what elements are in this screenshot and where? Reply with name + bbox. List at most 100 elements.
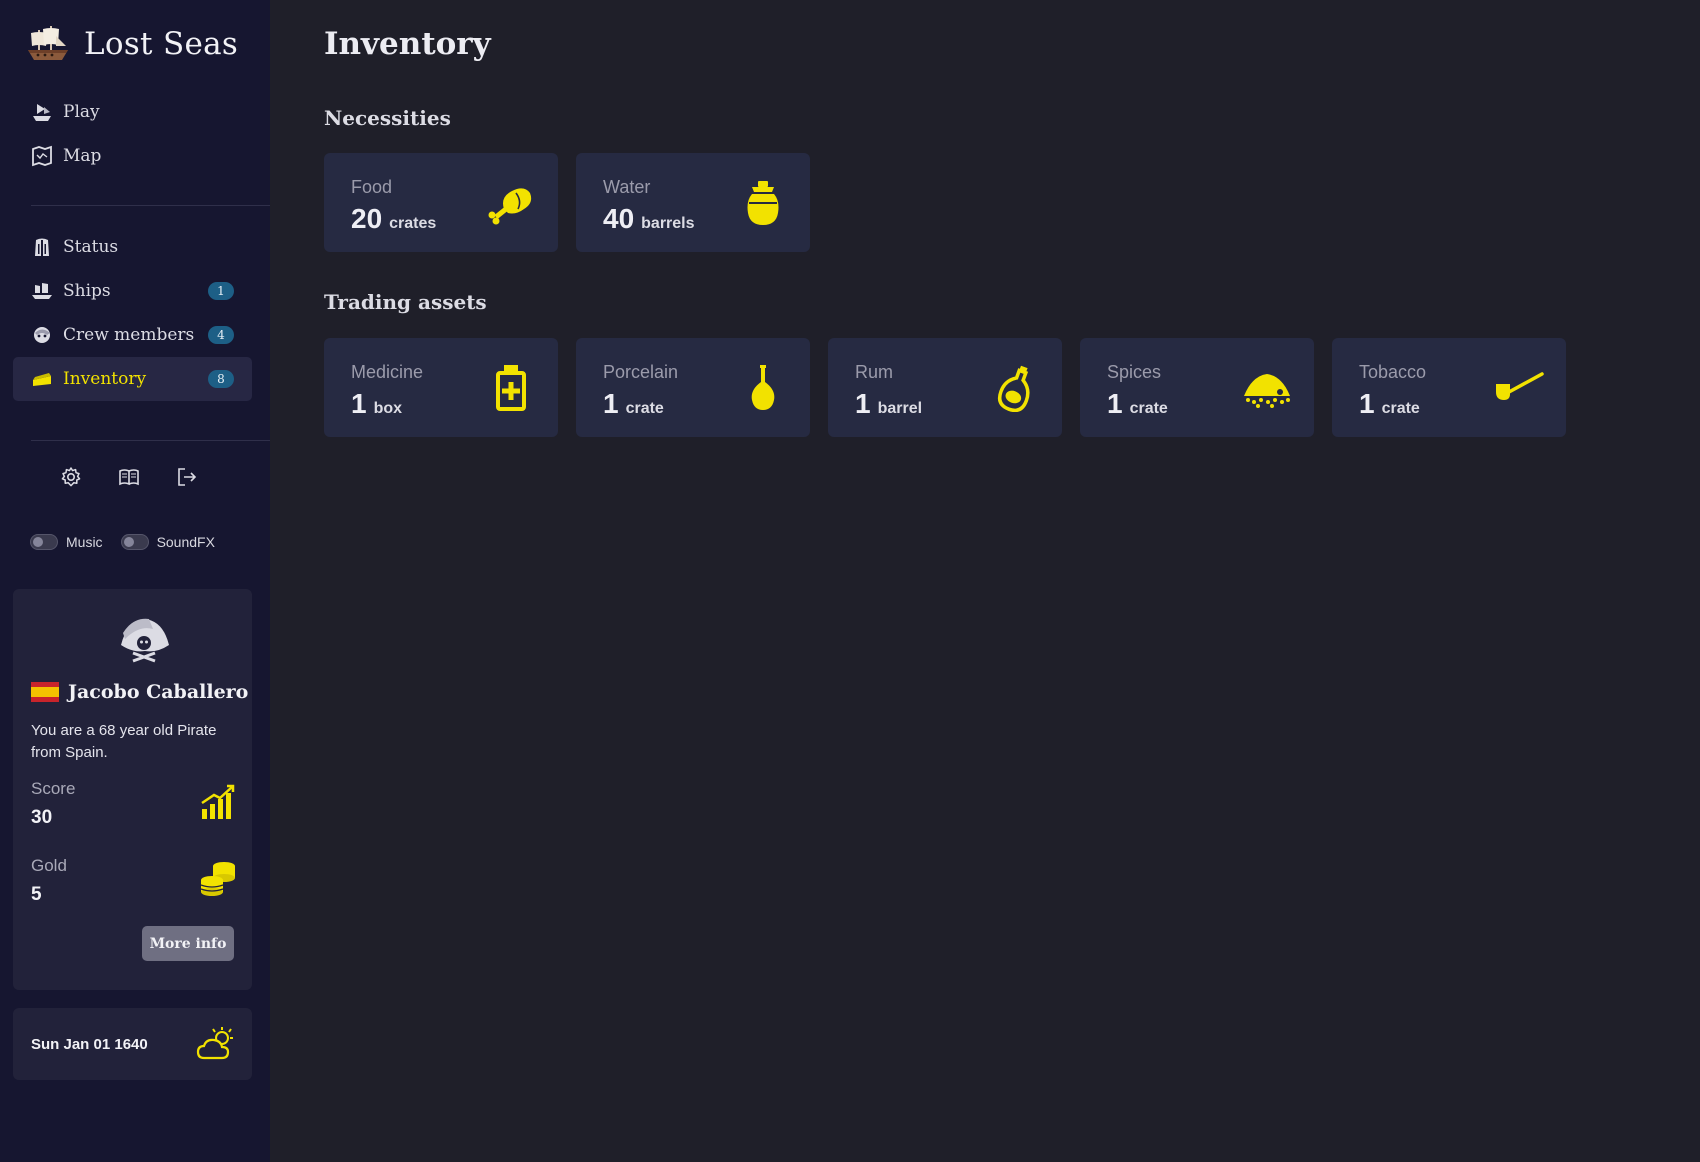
player-description: You are a 68 year old Pirate from Spain. — [31, 722, 217, 761]
item-label: Tobacco — [1359, 362, 1427, 382]
spain-flag-icon — [31, 682, 59, 702]
section-title-trading-assets: Trading assets — [324, 290, 487, 314]
gold-stat: Gold 5 — [31, 856, 236, 906]
nav-divider — [31, 205, 270, 206]
section-title-necessities: Necessities — [324, 106, 451, 130]
inventory-card-porcelain: Porcelain 1 crate — [576, 338, 810, 437]
more-info-button[interactable]: More info — [142, 926, 234, 961]
medicine-icon — [496, 365, 526, 411]
item-quantity: 40 barrels — [603, 203, 695, 235]
page-title: Inventory — [324, 26, 491, 62]
item-quantity: 1 barrel — [855, 388, 922, 420]
nav-item-status[interactable]: Status — [13, 225, 252, 269]
ship-logo-icon — [28, 26, 68, 60]
partly-cloudy-icon — [196, 1027, 233, 1060]
date-card: Sun Jan 01 1640 — [13, 1008, 252, 1080]
item-value: 40 — [603, 203, 635, 234]
item-label: Spices — [1107, 362, 1162, 382]
item-unit: crate — [625, 400, 664, 417]
pipe-icon — [1496, 372, 1544, 400]
inventory-count-badge: 8 — [208, 370, 234, 388]
book-icon[interactable] — [118, 466, 140, 488]
soundfx-label: SoundFX — [156, 534, 215, 550]
nav-label: Ships — [63, 281, 111, 301]
nav-label: Map — [63, 146, 102, 166]
item-value: 1 — [855, 388, 871, 419]
skull-crossbones-icon — [121, 618, 169, 663]
item-value: 20 — [351, 203, 383, 234]
item-unit: barrels — [641, 215, 695, 232]
nav-label: Play — [63, 102, 100, 122]
ships-count-badge: 1 — [208, 282, 234, 300]
nav-item-map[interactable]: Map — [13, 134, 252, 178]
profile-card: Jacobo Caballero You are a 68 year old P… — [13, 589, 252, 990]
player-row: Jacobo Caballero — [31, 681, 248, 703]
score-stat: Score 30 — [31, 779, 236, 829]
spice-pile-icon — [1244, 374, 1290, 408]
inventory-card-rum: Rum 1 barrel — [828, 338, 1062, 437]
item-value: 1 — [603, 388, 619, 419]
logout-icon[interactable] — [176, 466, 198, 488]
nav-item-ships[interactable]: Ships 1 — [13, 269, 252, 313]
item-unit: crate — [1129, 400, 1168, 417]
nav-primary: Play Map — [13, 90, 252, 178]
inventory-icon — [31, 368, 53, 390]
nav-divider — [31, 440, 270, 441]
soundfx-toggle[interactable]: SoundFX — [120, 534, 215, 550]
nav-item-crew-members[interactable]: Crew members 4 — [13, 313, 252, 357]
crew-count-badge: 4 — [208, 326, 234, 344]
item-value: 1 — [351, 388, 367, 419]
item-quantity: 1 crate — [603, 388, 664, 420]
nav-label: Status — [63, 237, 119, 257]
item-value: 1 — [1359, 388, 1375, 419]
item-label: Porcelain — [603, 362, 679, 382]
utility-icons — [60, 466, 198, 488]
play-ship-icon — [31, 101, 53, 123]
item-quantity: 1 crate — [1107, 388, 1168, 420]
nav-label: Crew members — [63, 325, 195, 345]
item-label: Food — [351, 177, 393, 197]
item-quantity: 20 crates — [351, 203, 436, 235]
item-label: Water — [603, 177, 651, 197]
brand[interactable]: Lost Seas — [26, 24, 238, 64]
trading-assets-cards: Medicine 1 box Porcelain 1 crate Rum 1 b… — [324, 338, 1566, 437]
nav-item-inventory[interactable]: Inventory 8 — [13, 357, 252, 401]
inventory-card-tobacco: Tobacco 1 crate — [1332, 338, 1566, 437]
rum-bottle-icon — [997, 365, 1030, 412]
inventory-card-water: Water 40 barrels — [576, 153, 810, 252]
game-date: Sun Jan 01 1640 — [31, 1035, 148, 1053]
music-switch[interactable] — [30, 534, 58, 550]
audio-toggles: Music SoundFX — [30, 534, 215, 550]
water-jug-icon — [747, 181, 779, 225]
player-name: Jacobo Caballero — [68, 681, 249, 703]
item-unit: crate — [1381, 400, 1420, 417]
status-icon — [31, 236, 53, 258]
music-label: Music — [66, 534, 103, 550]
gear-icon[interactable] — [60, 466, 82, 488]
ships-icon — [31, 280, 53, 302]
coins-icon — [200, 862, 235, 896]
item-unit: crates — [389, 215, 437, 232]
item-value: 1 — [1107, 388, 1123, 419]
nav-label: Inventory — [63, 369, 147, 389]
nav-item-play[interactable]: Play — [13, 90, 252, 134]
crew-icon — [31, 324, 53, 346]
necessities-cards: Food 20 crates Water 40 barrels — [324, 153, 810, 252]
item-quantity: 1 crate — [1359, 388, 1420, 420]
nav-secondary: Status Ships 1 Crew members 4 Inventory … — [13, 225, 252, 401]
meat-icon — [488, 188, 532, 225]
inventory-card-spices: Spices 1 crate — [1080, 338, 1314, 437]
inventory-card-food: Food 20 crates — [324, 153, 558, 252]
item-unit: box — [373, 400, 403, 417]
item-unit: barrel — [877, 400, 923, 417]
item-label: Rum — [855, 362, 894, 382]
item-label: Medicine — [351, 362, 424, 382]
sidebar: Lost Seas Play Map Status Ships 1 Crew m… — [0, 0, 270, 1162]
map-icon — [31, 145, 53, 167]
chart-up-icon — [201, 784, 235, 819]
item-quantity: 1 box — [351, 388, 402, 420]
app-title: Lost Seas — [84, 26, 239, 62]
soundfx-switch[interactable] — [120, 534, 149, 550]
vase-icon — [751, 365, 775, 410]
music-toggle[interactable]: Music — [30, 534, 103, 550]
